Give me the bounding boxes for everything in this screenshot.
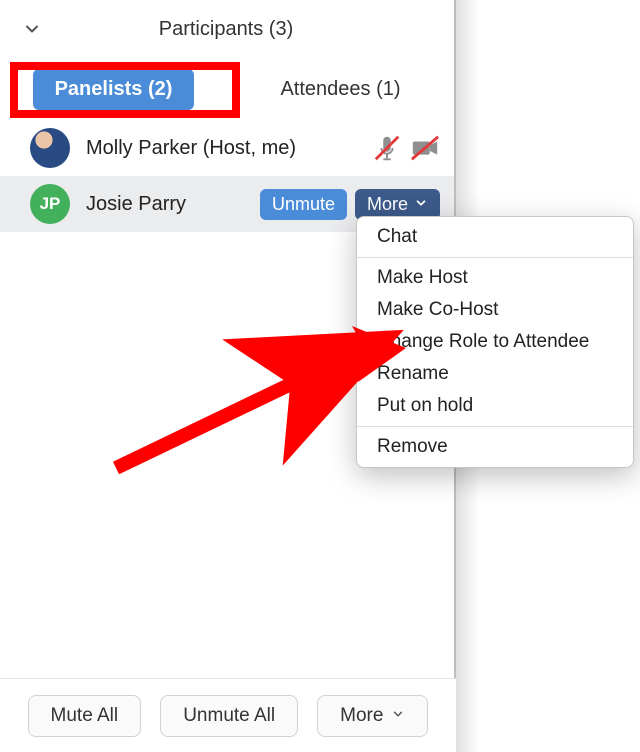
participant-name: Molly Parker (Host, me) — [86, 137, 364, 160]
menu-item-remove[interactable]: Remove — [357, 431, 633, 463]
menu-item-chat[interactable]: Chat — [357, 221, 633, 253]
menu-item-label: Put on hold — [377, 395, 473, 416]
menu-item-make-host[interactable]: Make Host — [357, 262, 633, 294]
unmute-button[interactable]: Unmute — [260, 189, 347, 220]
menu-item-label: Remove — [377, 436, 448, 457]
menu-item-label: Make Host — [377, 267, 468, 288]
panel-footer: Mute All Unmute All More — [0, 678, 456, 752]
avatar — [30, 128, 70, 168]
unmute-all-label: Unmute All — [183, 705, 275, 727]
menu-item-label: Chat — [377, 226, 417, 247]
tab-panelists[interactable]: Panelists (2) — [0, 69, 227, 110]
collapse-icon[interactable] — [22, 19, 48, 39]
app-canvas: Participants (3) Panelists (2) Attendees… — [0, 0, 640, 752]
more-label: More — [367, 194, 408, 215]
panel-header: Participants (3) — [0, 0, 454, 58]
avatar: JP — [30, 184, 70, 224]
mute-all-button[interactable]: Mute All — [28, 695, 142, 737]
menu-item-label: Make Co-Host — [377, 299, 498, 320]
participant-row-host: Molly Parker (Host, me) — [0, 120, 454, 176]
chevron-down-icon — [414, 194, 428, 215]
context-menu: Chat Make Host Make Co-Host Change Role … — [356, 216, 634, 468]
camera-off-icon[interactable] — [410, 133, 440, 163]
footer-more-button[interactable]: More — [317, 695, 428, 737]
menu-item-make-cohost[interactable]: Make Co-Host — [357, 294, 633, 326]
menu-item-label: Rename — [377, 363, 449, 384]
menu-item-label: Change Role to Attendee — [377, 331, 589, 352]
tab-panelists-label: Panelists (2) — [33, 69, 195, 110]
mic-muted-icon[interactable] — [372, 133, 402, 163]
participant-name: Josie Parry — [86, 193, 260, 216]
tabs-row: Panelists (2) Attendees (1) — [0, 58, 454, 120]
more-button[interactable]: More — [355, 189, 440, 220]
menu-item-put-on-hold[interactable]: Put on hold — [357, 390, 633, 422]
mute-all-label: Mute All — [51, 705, 119, 727]
chevron-down-icon — [391, 705, 405, 727]
unmute-label: Unmute — [272, 194, 335, 215]
tab-attendees-label: Attendees (1) — [280, 78, 400, 100]
menu-item-change-role[interactable]: Change Role to Attendee — [357, 326, 633, 358]
tab-attendees[interactable]: Attendees (1) — [227, 78, 454, 101]
panel-title: Participants (3) — [48, 18, 454, 41]
unmute-all-button[interactable]: Unmute All — [160, 695, 298, 737]
avatar-initials: JP — [40, 194, 61, 214]
menu-item-rename[interactable]: Rename — [357, 358, 633, 390]
footer-more-label: More — [340, 705, 383, 727]
menu-separator — [357, 257, 633, 258]
menu-separator — [357, 426, 633, 427]
